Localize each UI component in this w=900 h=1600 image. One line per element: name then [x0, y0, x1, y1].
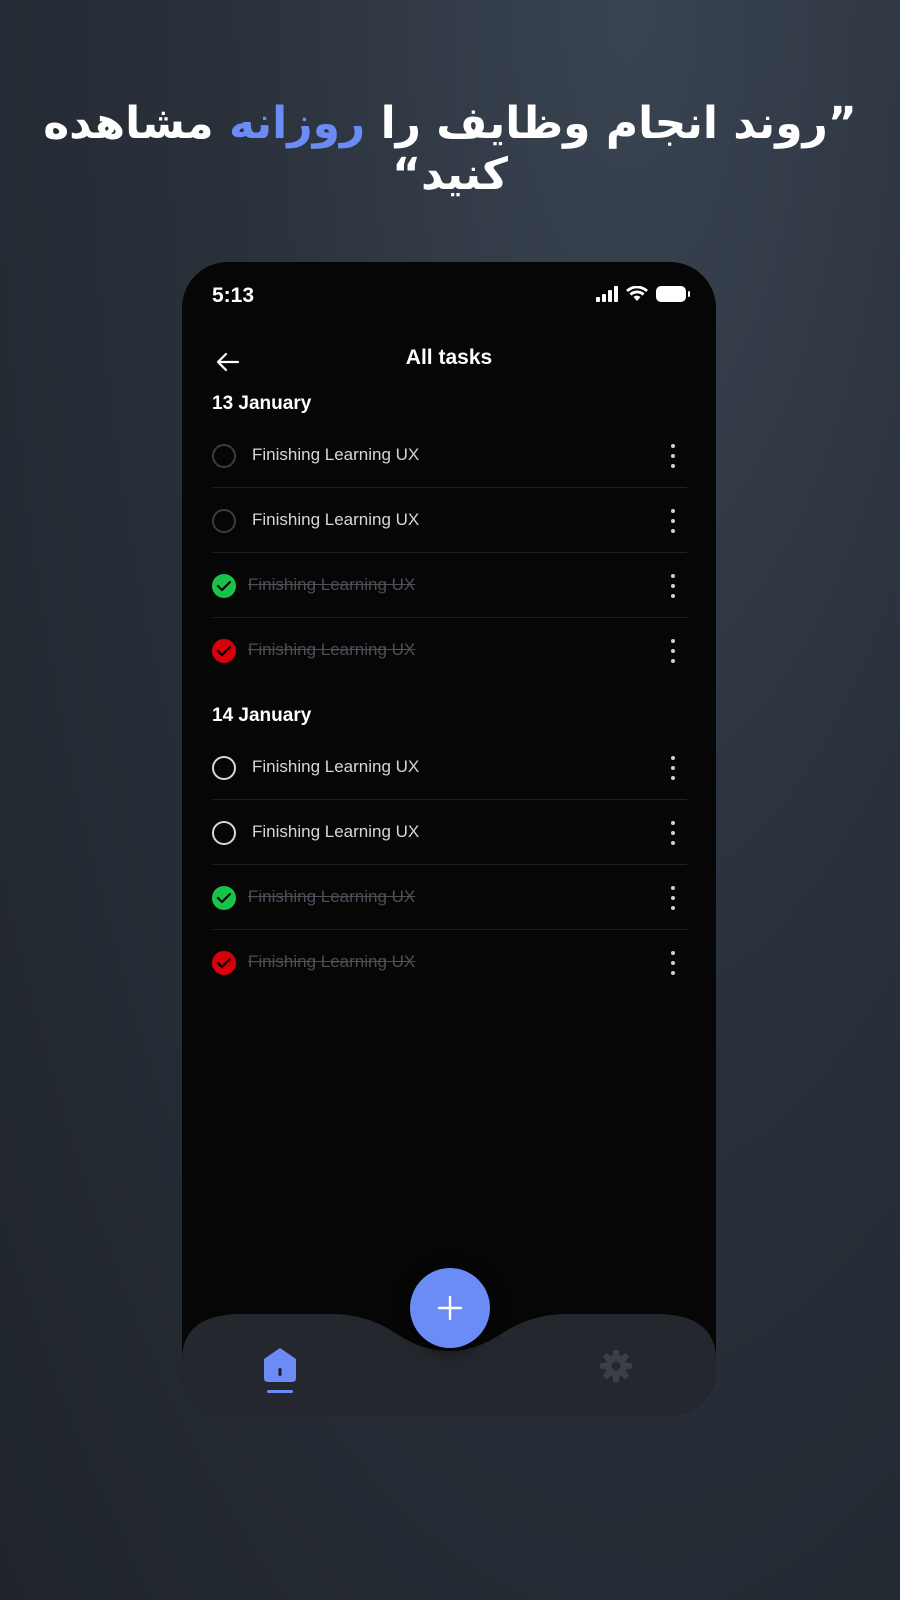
task-row[interactable]: Finishing Learning UX — [212, 424, 687, 488]
more-vertical-icon[interactable] — [667, 639, 679, 663]
wifi-icon — [626, 286, 648, 301]
more-vertical-icon[interactable] — [667, 951, 679, 975]
task-label: Finishing Learning UX — [252, 445, 420, 464]
task-checkbox[interactable] — [212, 444, 236, 468]
headline-highlight: روزانه — [228, 98, 366, 149]
status-time: 5:13 — [212, 284, 255, 307]
headline-part1: روند انجام وظایف را — [365, 98, 828, 149]
task-label: Finishing Learning UX — [248, 575, 416, 594]
check-icon — [216, 580, 232, 592]
more-vertical-icon[interactable] — [667, 821, 679, 845]
headline-open-quote: ” — [827, 98, 857, 149]
plus-icon — [437, 1295, 463, 1321]
more-vertical-icon[interactable] — [667, 756, 679, 780]
group-date: 13 January — [212, 393, 312, 414]
task-row[interactable]: Finishing Learning UX — [212, 736, 687, 800]
task-checkbox[interactable] — [212, 639, 236, 663]
more-vertical-icon[interactable] — [667, 444, 679, 468]
task-row[interactable]: Finishing Learning UX — [212, 554, 687, 618]
check-icon — [216, 892, 232, 904]
task-row[interactable]: Finishing Learning UX — [212, 801, 687, 865]
app-bar: All tasks — [182, 340, 716, 390]
task-row[interactable]: Finishing Learning UX — [212, 489, 687, 553]
task-label: Finishing Learning UX — [248, 887, 416, 906]
status-icons — [596, 286, 690, 302]
task-label: Finishing Learning UX — [252, 757, 420, 776]
group-date: 14 January — [212, 705, 312, 726]
task-row[interactable]: Finishing Learning UX — [212, 866, 687, 930]
more-vertical-icon[interactable] — [667, 886, 679, 910]
task-label: Finishing Learning UX — [252, 822, 420, 841]
battery-icon — [656, 286, 690, 302]
task-checkbox[interactable] — [212, 951, 236, 975]
page-title: All tasks — [405, 346, 493, 369]
task-checkbox[interactable] — [212, 756, 236, 780]
phone-screen: 5:13 All tasks 13 January Finishing Lear… — [182, 262, 716, 1416]
add-task-button[interactable] — [410, 1268, 490, 1348]
task-checkbox[interactable] — [212, 886, 236, 910]
task-checkbox[interactable] — [212, 821, 236, 845]
gear-icon[interactable] — [598, 1348, 634, 1384]
task-row[interactable]: Finishing Learning UX — [212, 619, 687, 683]
home-icon[interactable] — [260, 1346, 300, 1396]
headline: ”روند انجام وظایف را روزانه مشاهده کنید“ — [0, 98, 900, 200]
task-row[interactable]: Finishing Learning UX — [212, 931, 687, 995]
task-label: Finishing Learning UX — [252, 510, 420, 529]
more-vertical-icon[interactable] — [667, 509, 679, 533]
task-label: Finishing Learning UX — [248, 640, 416, 659]
check-icon — [216, 645, 232, 657]
headline-close-quote: “ — [392, 149, 421, 200]
status-bar: 5:13 — [212, 284, 690, 314]
more-vertical-icon[interactable] — [667, 574, 679, 598]
task-label: Finishing Learning UX — [248, 952, 416, 971]
signal-icon — [596, 286, 618, 302]
task-checkbox[interactable] — [212, 574, 236, 598]
check-icon — [216, 957, 232, 969]
task-checkbox[interactable] — [212, 509, 236, 533]
